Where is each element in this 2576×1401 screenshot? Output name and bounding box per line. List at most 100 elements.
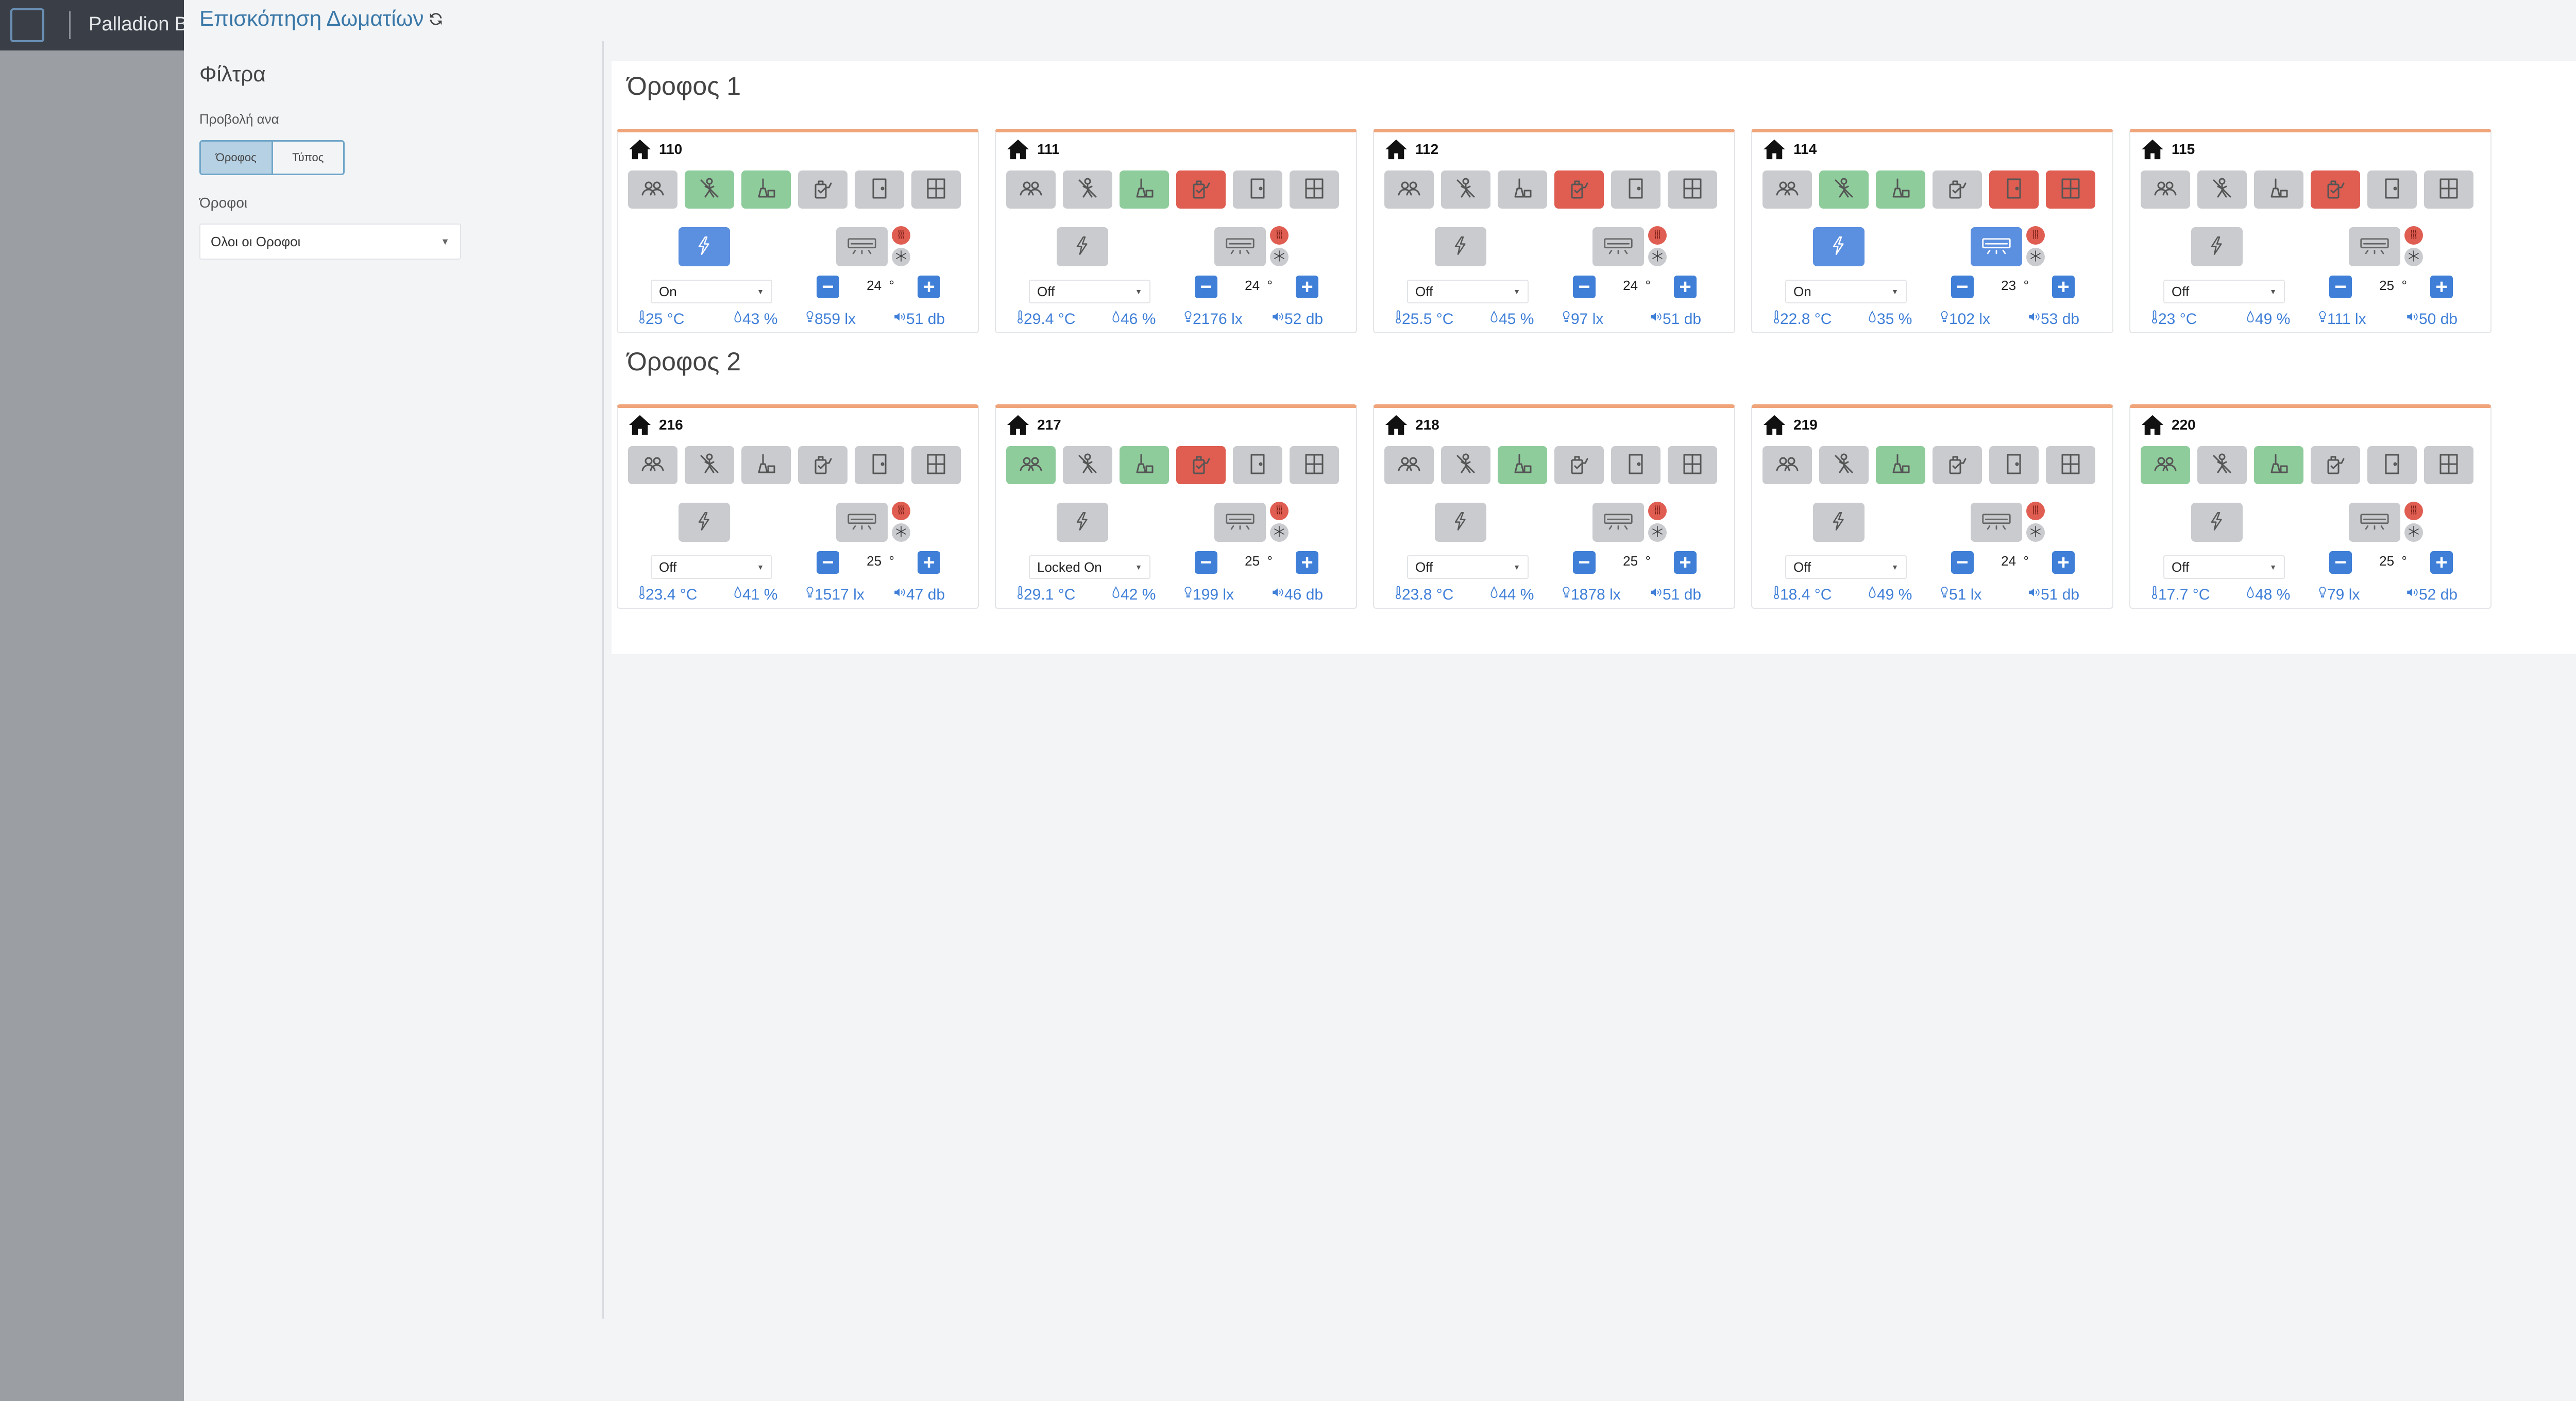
window-status-button[interactable] (2046, 446, 2095, 484)
occupancy-status-button[interactable] (1384, 446, 1434, 484)
service-call-status-button[interactable] (1554, 446, 1604, 484)
door-status-button[interactable] (855, 446, 904, 484)
service-call-status-button[interactable] (2311, 446, 2360, 484)
window-status-button[interactable] (1290, 446, 1339, 484)
cooling-mode-button[interactable] (892, 523, 910, 542)
setpoint-decrease-button[interactable]: − (1951, 276, 1974, 298)
power-button[interactable] (1435, 503, 1486, 542)
window-status-button[interactable] (911, 170, 961, 209)
ac-button[interactable] (2349, 503, 2400, 542)
setpoint-increase-button[interactable]: + (918, 276, 940, 298)
power-button[interactable] (2191, 227, 2243, 266)
ac-button[interactable] (1971, 503, 2022, 542)
cleaning-status-button[interactable] (741, 446, 791, 484)
setpoint-decrease-button[interactable]: − (1951, 551, 1974, 574)
floors-select[interactable]: Ολοι οι Οροφοι ▼ (199, 224, 461, 260)
cooling-mode-button[interactable] (1270, 523, 1289, 542)
door-status-button[interactable] (1233, 446, 1282, 484)
setpoint-increase-button[interactable]: + (1296, 551, 1318, 574)
power-mode-select[interactable]: On ▼ (1785, 280, 1907, 303)
power-mode-select[interactable]: Off ▼ (1407, 280, 1529, 303)
setpoint-decrease-button[interactable]: − (1195, 551, 1217, 574)
cleaning-status-button[interactable] (2254, 446, 2303, 484)
cooling-mode-button[interactable] (1648, 248, 1667, 266)
ac-button[interactable] (1592, 227, 1644, 266)
occupancy-status-button[interactable] (1006, 170, 1056, 209)
setpoint-increase-button[interactable]: + (2052, 551, 2075, 574)
power-mode-select[interactable]: Off ▼ (1029, 280, 1150, 303)
ac-button[interactable] (1214, 503, 1266, 542)
setpoint-increase-button[interactable]: + (2430, 551, 2453, 574)
door-status-button[interactable] (1611, 446, 1660, 484)
power-button[interactable] (1057, 227, 1108, 266)
do-not-disturb-status-button[interactable] (1441, 446, 1490, 484)
occupancy-status-button[interactable] (2141, 446, 2190, 484)
setpoint-decrease-button[interactable]: − (1573, 276, 1596, 298)
service-call-status-button[interactable] (798, 446, 848, 484)
do-not-disturb-status-button[interactable] (2197, 170, 2247, 209)
setpoint-increase-button[interactable]: + (1296, 276, 1318, 298)
setpoint-increase-button[interactable]: + (1674, 551, 1697, 574)
heating-mode-button[interactable] (1648, 502, 1667, 520)
occupancy-status-button[interactable] (2141, 170, 2190, 209)
refresh-icon[interactable] (427, 8, 445, 26)
cleaning-status-button[interactable] (2254, 170, 2303, 209)
setpoint-increase-button[interactable]: + (918, 551, 940, 574)
window-status-button[interactable] (2424, 170, 2473, 209)
power-button[interactable] (1057, 503, 1108, 542)
setpoint-decrease-button[interactable]: − (2329, 551, 2352, 574)
window-status-button[interactable] (1668, 446, 1717, 484)
view-by-floor-button[interactable]: Όροφος (201, 142, 272, 174)
door-status-button[interactable] (2367, 170, 2417, 209)
power-mode-select[interactable]: On ▼ (651, 280, 772, 303)
do-not-disturb-status-button[interactable] (1819, 170, 1869, 209)
cooling-mode-button[interactable] (2404, 248, 2423, 266)
ac-button[interactable] (836, 503, 888, 542)
do-not-disturb-status-button[interactable] (1819, 446, 1869, 484)
setpoint-decrease-button[interactable]: − (2329, 276, 2352, 298)
power-button[interactable] (2191, 503, 2243, 542)
setpoint-decrease-button[interactable]: − (1195, 276, 1217, 298)
cleaning-status-button[interactable] (741, 170, 791, 209)
power-mode-select[interactable]: Locked On ▼ (1029, 555, 1150, 579)
window-status-button[interactable] (911, 446, 961, 484)
do-not-disturb-status-button[interactable] (685, 446, 734, 484)
cooling-mode-button[interactable] (892, 248, 910, 266)
power-button[interactable] (679, 227, 730, 266)
setpoint-increase-button[interactable]: + (1674, 276, 1697, 298)
service-call-status-button[interactable] (1176, 446, 1226, 484)
door-status-button[interactable] (1989, 446, 2039, 484)
occupancy-status-button[interactable] (1006, 446, 1056, 484)
service-call-status-button[interactable] (1554, 170, 1604, 209)
heating-mode-button[interactable] (1270, 226, 1289, 245)
service-call-status-button[interactable] (1176, 170, 1226, 209)
occupancy-status-button[interactable] (1762, 446, 1812, 484)
power-button[interactable] (1813, 227, 1865, 266)
cooling-mode-button[interactable] (2026, 523, 2045, 542)
cooling-mode-button[interactable] (1270, 248, 1289, 266)
cleaning-status-button[interactable] (1498, 446, 1547, 484)
heating-mode-button[interactable] (2026, 226, 2045, 245)
power-mode-select[interactable]: Off ▼ (2163, 280, 2285, 303)
view-by-type-button[interactable]: Τύπος (271, 142, 344, 174)
heating-mode-button[interactable] (892, 502, 910, 520)
ac-button[interactable] (1214, 227, 1266, 266)
door-status-button[interactable] (855, 170, 904, 209)
cleaning-status-button[interactable] (1120, 446, 1169, 484)
service-call-status-button[interactable] (798, 170, 848, 209)
window-status-button[interactable] (1290, 170, 1339, 209)
door-status-button[interactable] (2367, 446, 2417, 484)
cooling-mode-button[interactable] (2026, 248, 2045, 266)
power-button[interactable] (1435, 227, 1486, 266)
occupancy-status-button[interactable] (1384, 170, 1434, 209)
heating-mode-button[interactable] (2404, 502, 2423, 520)
occupancy-status-button[interactable] (628, 170, 677, 209)
door-status-button[interactable] (1989, 170, 2039, 209)
window-status-button[interactable] (2046, 170, 2095, 209)
power-button[interactable] (679, 503, 730, 542)
service-call-status-button[interactable] (1933, 170, 1982, 209)
setpoint-decrease-button[interactable]: − (817, 551, 839, 574)
heating-mode-button[interactable] (2026, 502, 2045, 520)
heating-mode-button[interactable] (1270, 502, 1289, 520)
door-status-button[interactable] (1233, 170, 1282, 209)
